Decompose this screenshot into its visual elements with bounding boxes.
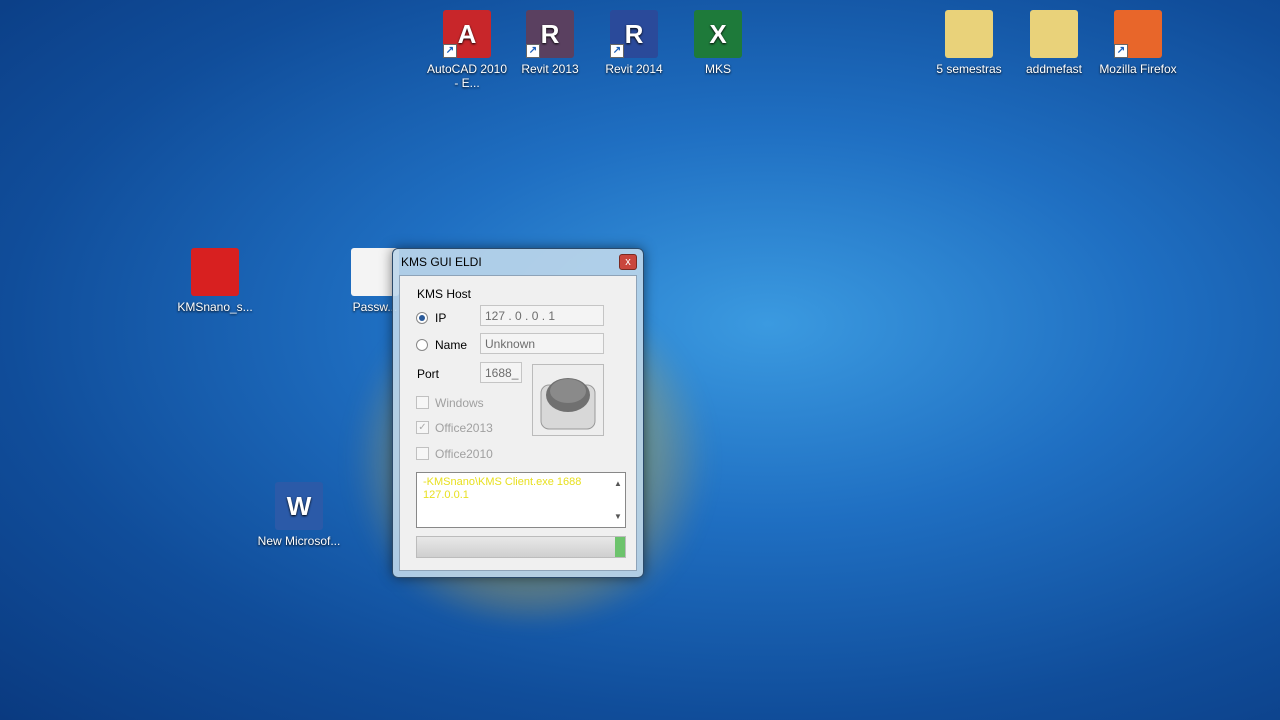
- office2013-label: Office2013: [435, 421, 493, 435]
- log-scrollbar[interactable]: ▲ ▼: [611, 473, 625, 527]
- close-button[interactable]: x: [619, 254, 637, 270]
- port-input[interactable]: 1688_: [480, 362, 522, 383]
- window-client: KMS Host IP 127 . 0 . 0 . 1 Name Unknown…: [399, 275, 637, 571]
- windows-label: Windows: [435, 396, 484, 410]
- desktop-icon[interactable]: addmefast: [1012, 10, 1096, 76]
- desktop-icon[interactable]: X MKS: [676, 10, 760, 76]
- office2013-checkbox[interactable]: ✓: [416, 421, 429, 434]
- app-icon: R ↗: [526, 10, 574, 58]
- desktop-icon[interactable]: R ↗ Revit 2013: [508, 10, 592, 76]
- app-icon: X: [694, 10, 742, 58]
- desktop-icon[interactable]: ↗ Mozilla Firefox: [1096, 10, 1180, 76]
- desktop-icon[interactable]: 5 semestras: [927, 10, 1011, 76]
- desktop-icon-label: New Microsof...: [257, 534, 341, 548]
- desktop-icon[interactable]: R ↗ Revit 2014: [592, 10, 676, 76]
- app-icon: ↗: [1114, 10, 1162, 58]
- desktop-icon[interactable]: W New Microsof...: [257, 482, 341, 548]
- app-icon: R ↗: [610, 10, 658, 58]
- desktop-icon-label: KMSnano_s...: [177, 300, 253, 314]
- desktop-icon-label: MKS: [704, 62, 731, 76]
- shortcut-arrow-icon: ↗: [526, 44, 540, 58]
- ip-radio[interactable]: [416, 312, 428, 324]
- ip-label: IP: [435, 311, 447, 325]
- desktop-icon-label: AutoCAD 2010 - E...: [426, 62, 508, 90]
- office2010-label: Office2010: [435, 447, 493, 461]
- desktop-icon-label: addmefast: [1025, 62, 1083, 76]
- name-radio[interactable]: [416, 339, 428, 351]
- kms-gui-window: KMS GUI ELDI x KMS Host IP 127 . 0 . 0 .…: [392, 248, 644, 578]
- desktop-icon-label: Mozilla Firefox: [1099, 62, 1177, 76]
- log-textarea[interactable]: -KMSnano\KMS Client.exe 1688 127.0.0.1 ▲…: [416, 472, 626, 528]
- push-button-icon: [540, 378, 596, 430]
- shortcut-arrow-icon: ↗: [610, 44, 624, 58]
- port-label: Port: [417, 367, 440, 381]
- desktop-icon[interactable]: KMSnano_s...: [173, 248, 257, 314]
- progress-bar: [416, 536, 626, 558]
- office2010-checkbox[interactable]: [416, 447, 429, 460]
- app-icon: [945, 10, 993, 58]
- desktop-icon-label: 5 semestras: [936, 62, 1002, 76]
- shortcut-arrow-icon: ↗: [443, 44, 457, 58]
- app-icon: A ↗: [443, 10, 491, 58]
- kms-host-label: KMS Host: [417, 287, 472, 301]
- log-text: -KMSnano\KMS Client.exe 1688 127.0.0.1: [423, 476, 582, 501]
- window-title: KMS GUI ELDI: [401, 255, 482, 269]
- desktop-icon-label: Revit 2013: [521, 62, 579, 76]
- progress-fill: [614, 537, 625, 557]
- desktop-icon-label: Revit 2014: [605, 62, 663, 76]
- app-icon: W: [275, 482, 323, 530]
- activate-button[interactable]: [532, 364, 604, 436]
- name-input[interactable]: Unknown: [480, 333, 604, 354]
- name-label: Name: [435, 338, 468, 352]
- app-icon: [1030, 10, 1078, 58]
- shortcut-arrow-icon: ↗: [1114, 44, 1128, 58]
- ip-input[interactable]: 127 . 0 . 0 . 1: [480, 305, 604, 326]
- desktop-icon[interactable]: A ↗ AutoCAD 2010 - E...: [425, 10, 509, 90]
- windows-checkbox[interactable]: [416, 396, 429, 409]
- app-icon: [191, 248, 239, 296]
